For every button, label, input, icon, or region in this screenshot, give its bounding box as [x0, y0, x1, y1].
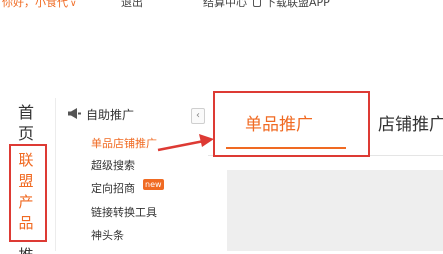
submenu-item-link-converter[interactable]: 链接转换工具 — [91, 204, 157, 220]
submenu-heading: 自助推广 — [86, 108, 135, 122]
phone-icon — [253, 0, 261, 7]
submenu-item-headlines[interactable]: 神头条 — [91, 227, 124, 243]
collapse-sidebar-button[interactable]: ‹ — [191, 108, 205, 124]
nav-partial-item[interactable]: 推 — [14, 244, 38, 254]
nav-divider — [55, 98, 56, 251]
highlight-box-single-product-tab — [213, 91, 370, 157]
submenu-item-single-shop-promo[interactable]: 单品店铺推广 — [91, 135, 157, 151]
logout-link[interactable]: 退出 — [121, 0, 143, 10]
submenu-item-targeted-recruit[interactable]: 定向招商 — [91, 180, 135, 196]
chevron-down-icon: ∨ — [70, 0, 77, 9]
highlight-box-union-products — [9, 144, 47, 242]
submenu-item-super-search[interactable]: 超级搜索 — [91, 157, 135, 173]
settlement-center-link[interactable]: 结算中心 — [203, 0, 247, 10]
content-area — [227, 170, 443, 251]
new-badge: new — [143, 179, 164, 190]
top-bar: 你好，小食代 ∨ 退出 结算中心 下载联盟APP — [0, 0, 443, 16]
tab-shop-promo[interactable]: 店铺推广 — [378, 110, 443, 135]
megaphone-icon — [68, 108, 81, 119]
greeting-text: 你好，小食代 — [2, 0, 68, 9]
nav-home[interactable]: 首页 — [16, 102, 36, 144]
user-greeting[interactable]: 你好，小食代 ∨ — [2, 0, 77, 10]
download-app-link[interactable]: 下载联盟APP — [265, 0, 330, 10]
